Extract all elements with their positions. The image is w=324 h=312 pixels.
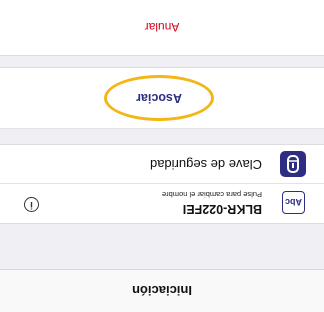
cancel-row: Anular xyxy=(0,0,324,56)
screen: Iniciación Abc BLKR-022FEI Pulse para ca… xyxy=(0,0,324,312)
abc-rename-icon: Abc xyxy=(282,191,305,214)
security-key-label: Clave de seguridad xyxy=(149,157,262,172)
remote-key-icon xyxy=(280,151,306,177)
device-row[interactable]: Abc BLKR-022FEI Pulse para cambiar el no… xyxy=(0,183,324,224)
associate-row: Asociar xyxy=(0,67,324,129)
info-icon[interactable]: i xyxy=(24,197,39,212)
cancel-button[interactable]: Anular xyxy=(0,0,324,55)
device-badge-text: Abc xyxy=(285,197,303,208)
device-name[interactable]: BLKR-022FEI xyxy=(183,202,262,216)
page-title: Iniciación xyxy=(132,283,192,299)
security-key-row[interactable]: Clave de seguridad xyxy=(0,144,324,184)
associate-button[interactable]: Asociar xyxy=(104,75,214,121)
nav-bar: Iniciación xyxy=(0,269,324,312)
rename-hint: Pulse para cambiar el nombre xyxy=(161,190,262,199)
